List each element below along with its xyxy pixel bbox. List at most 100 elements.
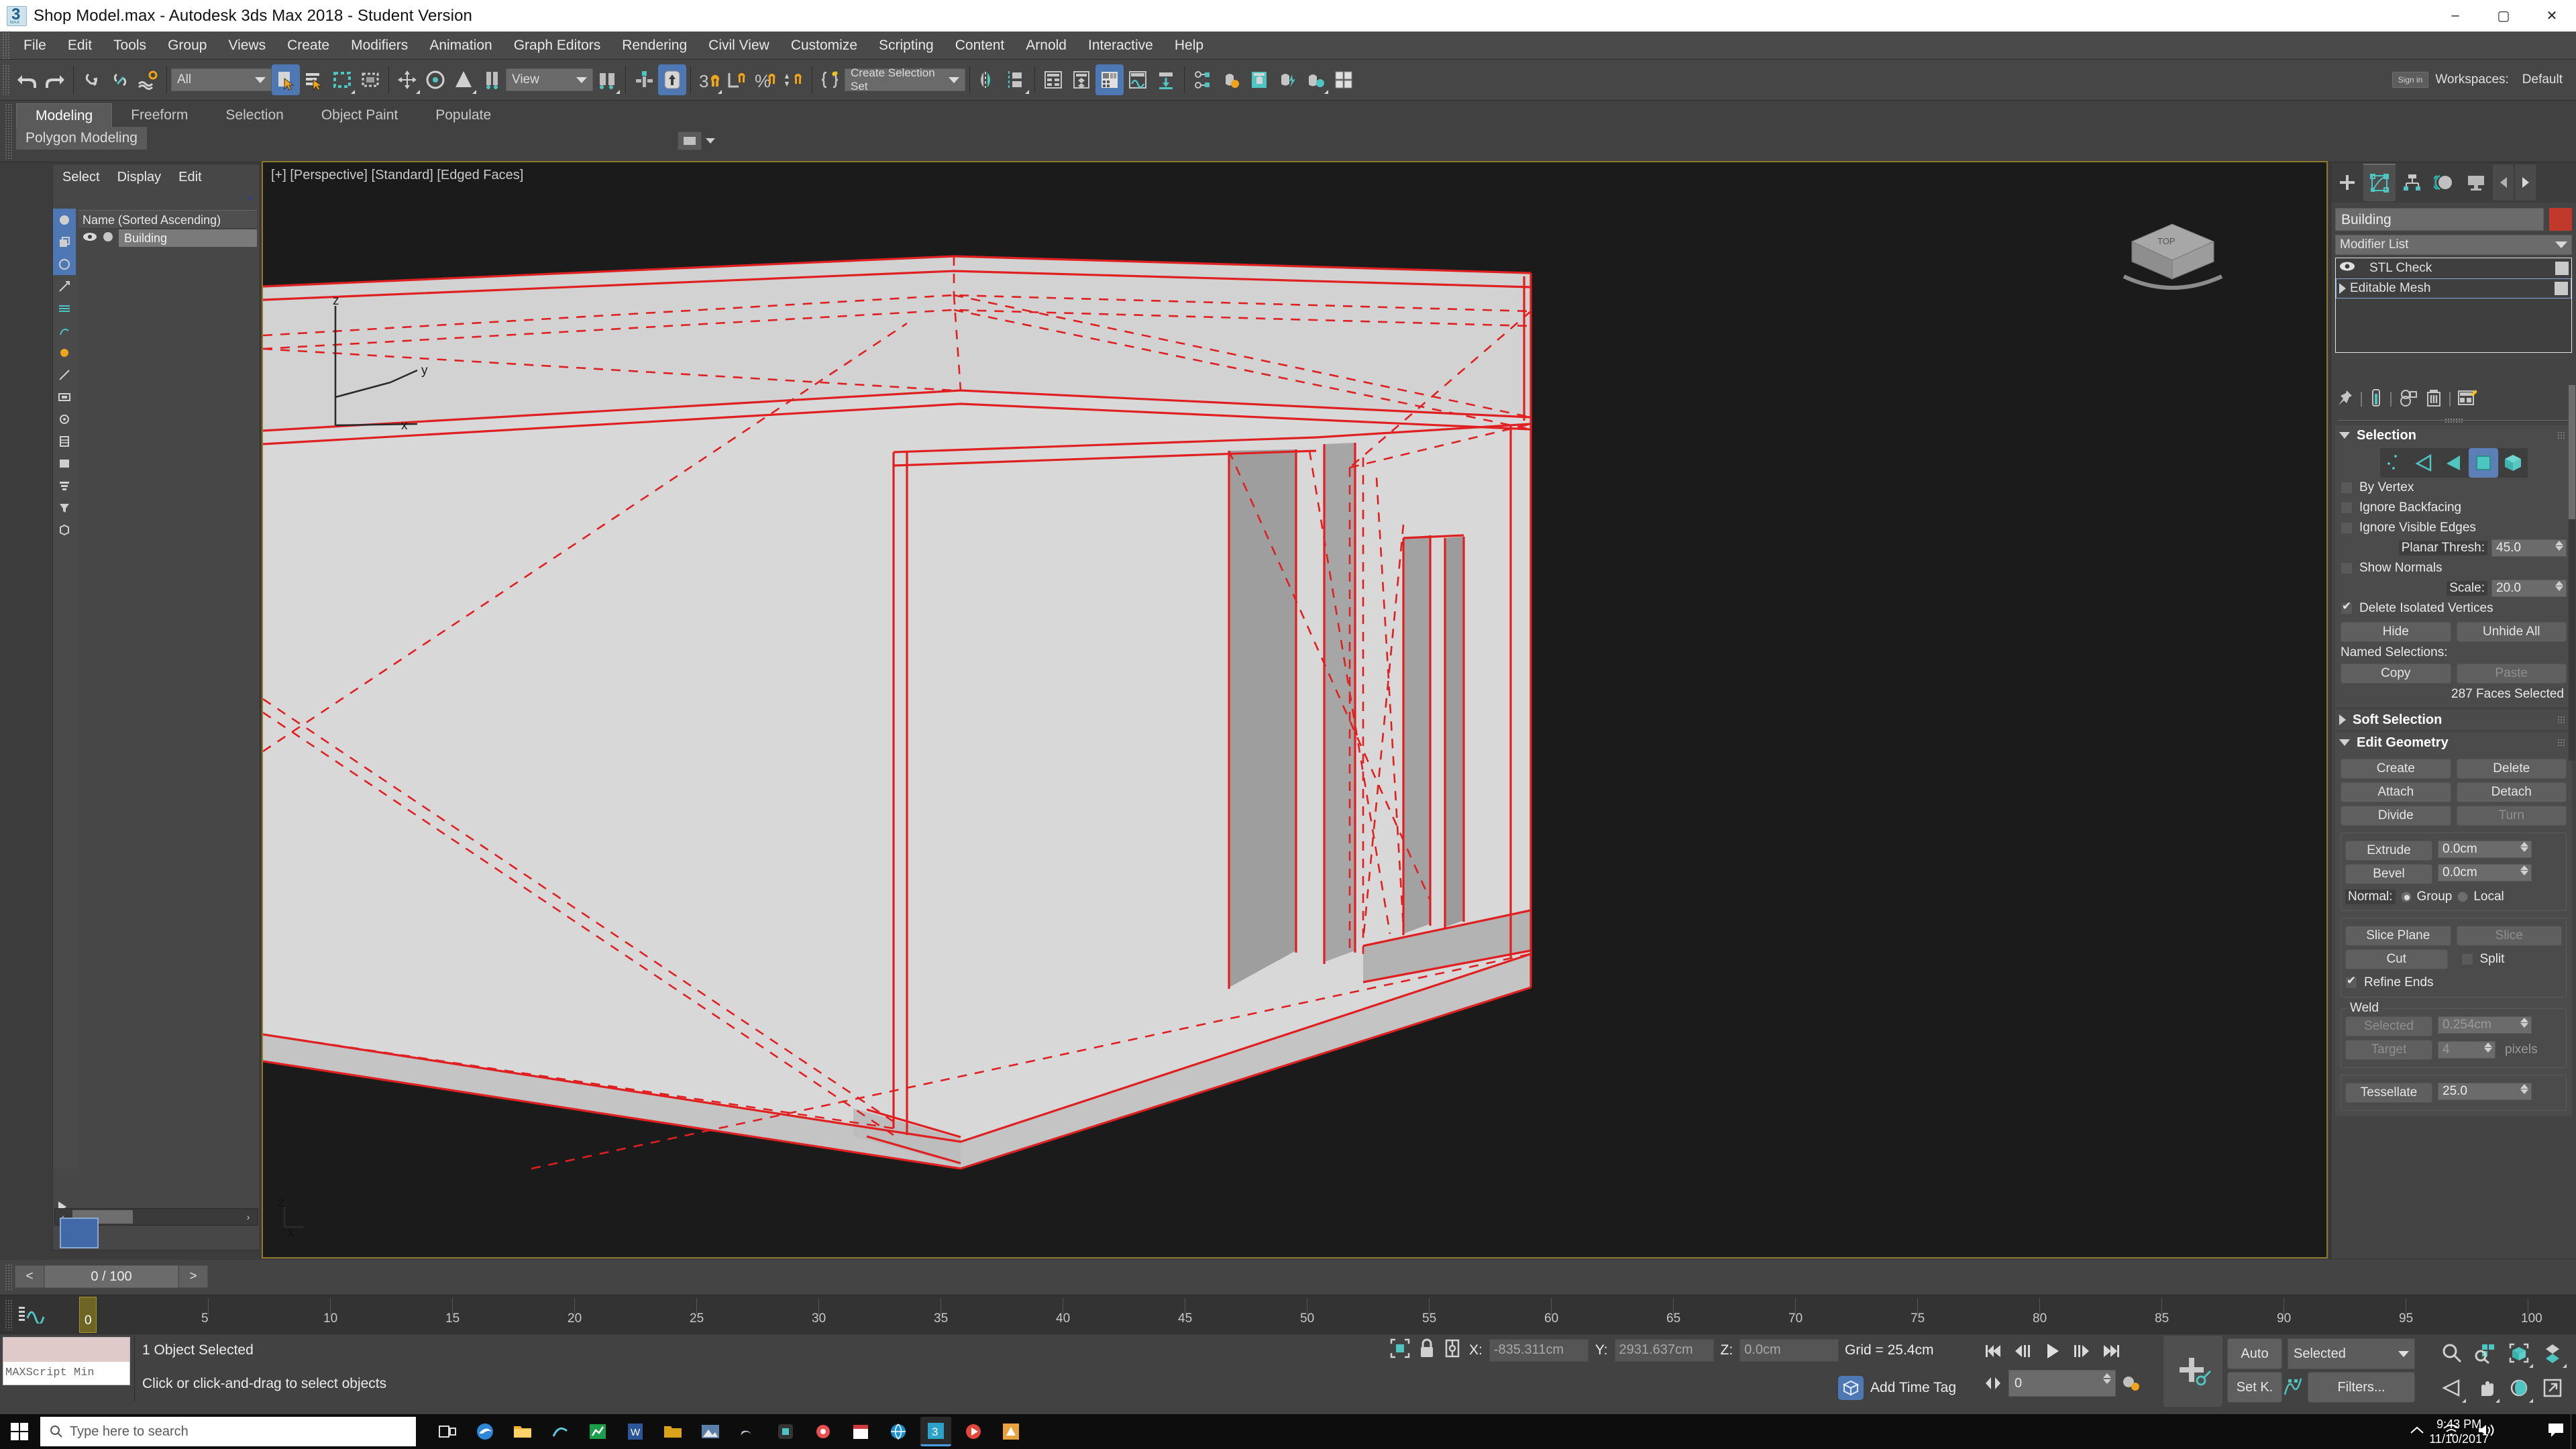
- explorer-tool-xrefs-icon[interactable]: [53, 386, 76, 408]
- eye-icon[interactable]: [2339, 261, 2356, 276]
- align-icon[interactable]: [1002, 64, 1030, 95]
- tab-modify[interactable]: [2363, 164, 2396, 201]
- scroll-right-icon[interactable]: ›: [240, 1212, 256, 1222]
- close-button[interactable]: ✕: [2528, 0, 2576, 32]
- panel-prev-button[interactable]: [2492, 164, 2514, 201]
- track-bar[interactable]: 5 10 15 20 25 30 35 40 45 50 55 60 65 70 75 80 85 90 95 100…: [0, 1295, 2576, 1334]
- rollout-selection-header[interactable]: Selection: [2335, 425, 2572, 445]
- menu-file[interactable]: File: [13, 32, 57, 60]
- explorer-tool-filter-icon[interactable]: [53, 496, 76, 519]
- show-end-result-icon[interactable]: [2369, 388, 2383, 411]
- workspace-value[interactable]: Default: [2522, 72, 2563, 87]
- explorer-color-swatch[interactable]: [60, 1218, 99, 1248]
- ribbon-tab-object-paint[interactable]: Object Paint: [303, 103, 417, 127]
- panel-next-button[interactable]: [2514, 164, 2536, 201]
- ribbon-tab-selection[interactable]: Selection: [207, 103, 302, 127]
- folder-app-icon[interactable]: [657, 1417, 688, 1446]
- open-mini-curve-editor-icon[interactable]: [19, 1303, 48, 1327]
- explorer-menu-edit[interactable]: Edit: [178, 170, 201, 185]
- auto-key-button[interactable]: Auto: [2227, 1338, 2282, 1369]
- paste-button[interactable]: Paste: [2456, 663, 2567, 684]
- unlink-selection-icon[interactable]: [106, 64, 134, 95]
- edit-named-selection-sets-icon[interactable]: [816, 64, 845, 95]
- spinner-snap-icon[interactable]: [780, 64, 808, 95]
- photos-app-icon[interactable]: [695, 1417, 726, 1446]
- menu-arnold[interactable]: Arnold: [1015, 32, 1077, 60]
- go-to-start-icon[interactable]: [1979, 1337, 2007, 1365]
- collapse-arrow-icon[interactable]: [2339, 739, 2350, 746]
- set-key-big-button[interactable]: [2163, 1336, 2222, 1407]
- snaps-3d-icon[interactable]: 3: [695, 64, 723, 95]
- zoom-icon[interactable]: [2435, 1336, 2469, 1371]
- percent-snap-icon[interactable]: %: [751, 64, 780, 95]
- y-coordinate-field[interactable]: 2931.637cm: [1614, 1338, 1714, 1362]
- menu-customize[interactable]: Customize: [780, 32, 868, 60]
- ribbon-display-icon[interactable]: [678, 131, 702, 150]
- ribbon-tab-populate[interactable]: Populate: [417, 103, 510, 127]
- perspective-viewport[interactable]: [+] [Perspective] [Standard] [Edged Face…: [262, 161, 2328, 1258]
- default-in-out-tangents-icon[interactable]: [2281, 1373, 2305, 1401]
- spinner-arrows-icon[interactable]: [2555, 541, 2563, 551]
- configure-modifier-sets-icon[interactable]: [2457, 388, 2477, 411]
- weather-app-icon[interactable]: [808, 1417, 839, 1446]
- explorer-tool-cameras-icon[interactable]: [53, 297, 76, 319]
- tab-hierarchy[interactable]: [2396, 164, 2428, 201]
- file-explorer-icon[interactable]: [507, 1417, 538, 1446]
- set-key-button[interactable]: Set K.: [2227, 1372, 2282, 1403]
- timeslider-grip[interactable]: [5, 1264, 13, 1291]
- bind-to-space-warp-icon[interactable]: [134, 64, 162, 95]
- menu-scripting[interactable]: Scripting: [868, 32, 945, 60]
- absolute-relative-transform-icon[interactable]: [1442, 1337, 1462, 1363]
- weld-selected-button[interactable]: Selected: [2345, 1016, 2432, 1036]
- ribbon-tab-freeform[interactable]: Freeform: [112, 103, 207, 127]
- checkbox-delete-isolated-vertices[interactable]: Delete Isolated Vertices: [2341, 598, 2567, 619]
- select-and-scale-icon[interactable]: [449, 64, 478, 95]
- add-time-tag-group[interactable]: Add Time Tag: [1838, 1376, 1956, 1400]
- hide-button[interactable]: Hide: [2341, 622, 2451, 642]
- scrollbar-thumb[interactable]: [2569, 385, 2575, 519]
- menu-content[interactable]: Content: [945, 32, 1016, 60]
- material-editor-compact-icon[interactable]: [1189, 64, 1217, 95]
- copy-button[interactable]: Copy: [2341, 663, 2451, 684]
- zoom-all-icon[interactable]: [2469, 1336, 2502, 1371]
- remove-modifier-icon[interactable]: [2425, 388, 2443, 411]
- rollout-edit-geometry-header[interactable]: Edit Geometry: [2335, 733, 2572, 753]
- chevron-down-icon[interactable]: [706, 138, 715, 144]
- menu-graph-editors[interactable]: Graph Editors: [503, 32, 612, 60]
- angle-snap-icon[interactable]: [723, 64, 751, 95]
- signin-button[interactable]: Sign in: [2392, 72, 2429, 88]
- explorer-tool-spacewarps-icon[interactable]: [53, 341, 76, 364]
- modifier-stack-empty-area[interactable]: [2336, 299, 2571, 352]
- misc-app-icon[interactable]: [545, 1417, 576, 1446]
- menu-views[interactable]: Views: [217, 32, 276, 60]
- drag-handle-icon[interactable]: [2557, 739, 2565, 747]
- menu-grip[interactable]: [2, 30, 10, 61]
- media-app-icon[interactable]: [958, 1417, 989, 1446]
- use-pivot-point-center-icon[interactable]: [593, 64, 621, 95]
- tessellate-spinner[interactable]: 25.0: [2438, 1083, 2532, 1100]
- object-color-swatch[interactable]: [2549, 208, 2572, 231]
- autodesk-app-icon[interactable]: [996, 1417, 1026, 1446]
- explorer-tool-bones-icon[interactable]: [53, 408, 76, 430]
- trackbar-time-cursor[interactable]: 0: [79, 1297, 97, 1333]
- render-in-cloud-icon[interactable]: [1330, 64, 1358, 95]
- weld-selected-spinner[interactable]: 0.254cm: [2438, 1016, 2532, 1034]
- weld-target-spinner[interactable]: 4: [2438, 1041, 2496, 1059]
- spinner-arrows-icon[interactable]: [2520, 842, 2528, 852]
- extrude-button[interactable]: Extrude: [2345, 841, 2432, 861]
- modifier-toggle-box[interactable]: [2555, 262, 2569, 275]
- minimize-button[interactable]: –: [2431, 0, 2479, 32]
- placement-tool-icon[interactable]: [478, 64, 506, 95]
- menu-interactive[interactable]: Interactive: [1077, 32, 1164, 60]
- calendar-app-icon[interactable]: [845, 1417, 876, 1446]
- modifier-list-dropdown[interactable]: Modifier List: [2335, 235, 2572, 255]
- spinner-arrows-icon[interactable]: [2520, 1018, 2528, 1028]
- select-and-manipulate-icon[interactable]: [630, 64, 658, 95]
- explorer-tool-helpers-icon[interactable]: [53, 319, 76, 341]
- play-animation-icon[interactable]: [2038, 1337, 2066, 1365]
- explorer-tool-sort-icon[interactable]: [53, 474, 76, 496]
- spinner-arrows-icon[interactable]: [2520, 1084, 2528, 1094]
- word-app-icon[interactable]: W: [620, 1417, 651, 1446]
- select-object-icon[interactable]: [272, 64, 300, 95]
- detach-button[interactable]: Detach: [2456, 782, 2567, 802]
